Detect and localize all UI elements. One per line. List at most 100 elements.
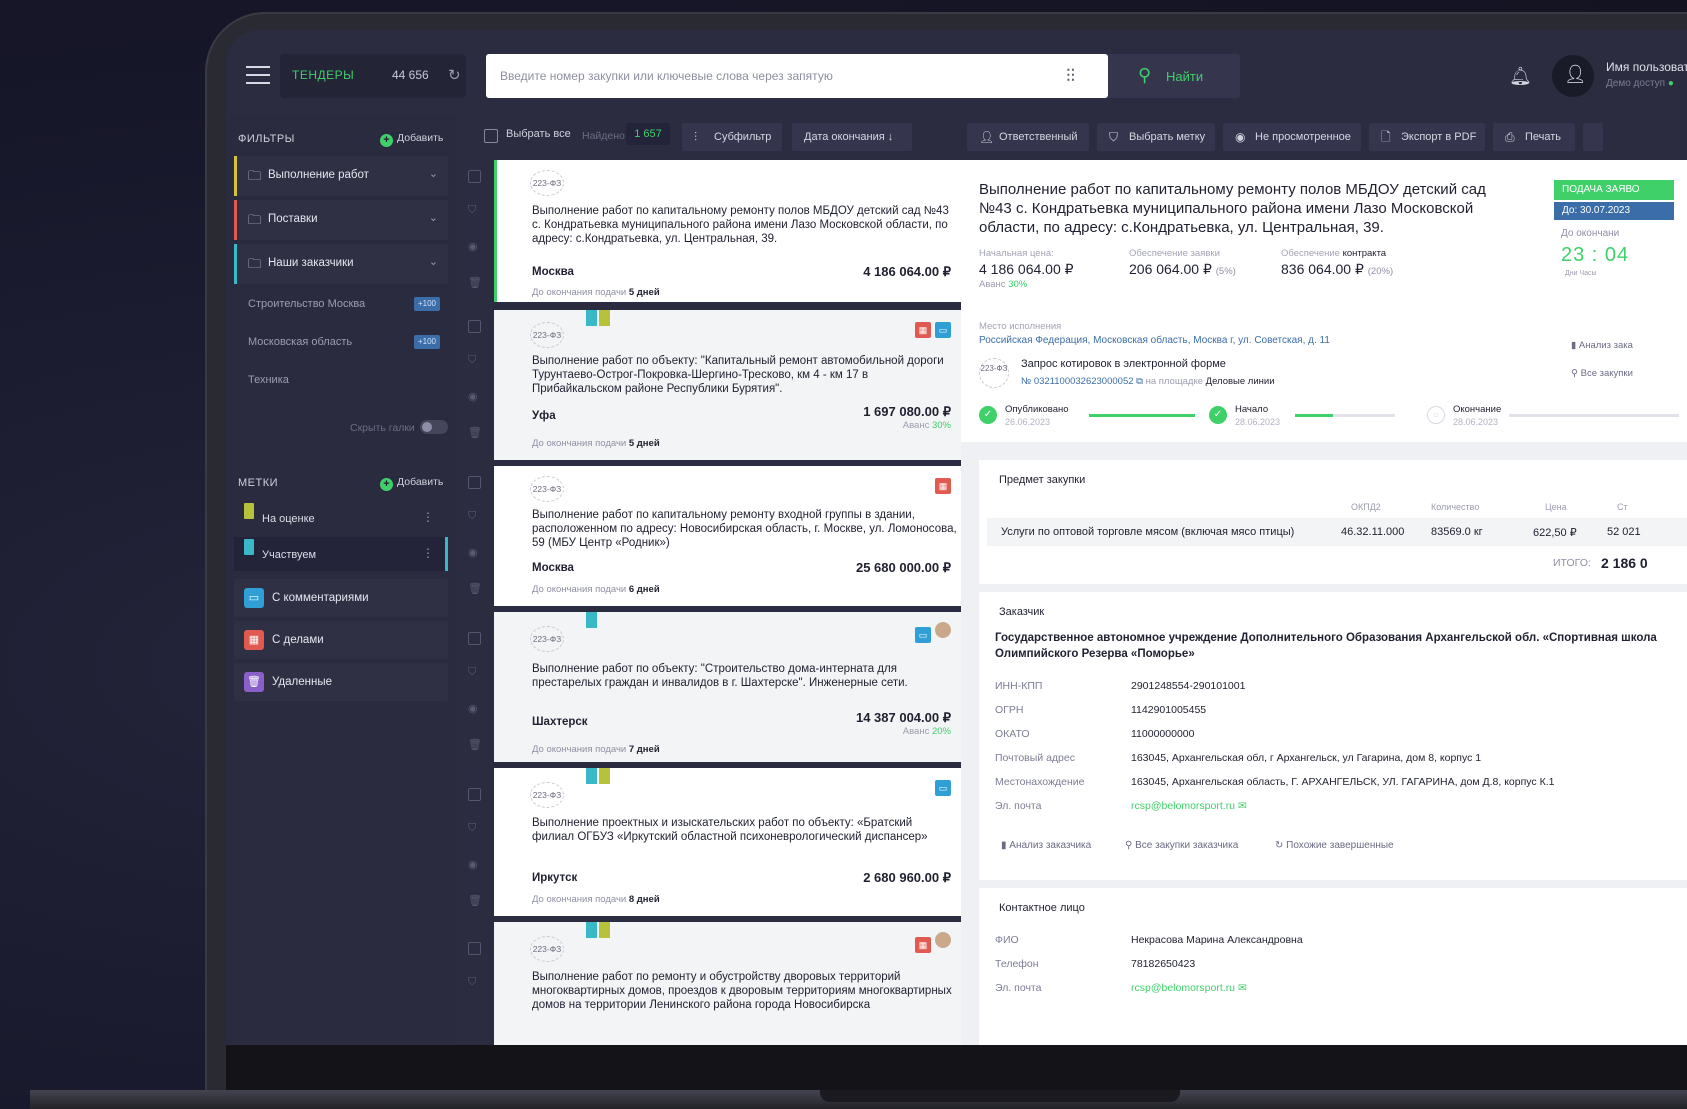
row-checkbox[interactable] [468, 476, 481, 489]
eye-icon[interactable]: ◉ [468, 702, 478, 715]
sub-item-label: Московская область [248, 336, 353, 348]
subfilter-button[interactable]: ⫶ Субфильтр [682, 123, 782, 151]
trash-icon[interactable]: 🗑︎ [468, 582, 482, 595]
hide-tags-toggle[interactable] [420, 420, 448, 434]
avatar[interactable]: 👤︎ [1552, 55, 1594, 97]
shield-icon[interactable]: ⛉ [468, 822, 476, 835]
eye-icon[interactable]: ◉ [468, 390, 478, 403]
more-icon[interactable]: ⋮ [422, 510, 434, 524]
table-header: Количество [1431, 502, 1480, 512]
all-customer-purchases-link[interactable]: ⚲ Все закупки заказчика [1125, 840, 1238, 851]
comment-icon[interactable]: ▭ [935, 780, 951, 796]
email-link[interactable]: rcsp@belomorsport.ru ✉ [1131, 800, 1247, 812]
sub-item-moscow-region[interactable]: Московская область +100 [234, 325, 448, 361]
shield-icon[interactable]: ⛉ [468, 510, 476, 523]
search-input[interactable] [500, 54, 1040, 98]
eye-icon[interactable]: ◉ [468, 240, 478, 253]
tender-title[interactable]: Выполнение работ по капитальному ремонту… [532, 508, 957, 550]
bid-security-value: 206 064.00 ₽ [1129, 261, 1212, 277]
active-indicator [445, 537, 448, 571]
filters-title: ФИЛЬТРЫ [238, 133, 295, 145]
search-settings-icon[interactable]: ⫶⫶ [1066, 66, 1075, 87]
tag-flag-icon [586, 922, 597, 938]
not-viewed-button[interactable]: ◉ Не просмотренное [1223, 123, 1361, 151]
advance-label: Аванс [979, 279, 1006, 290]
tender-title[interactable]: Выполнение работ по объекту: "Капитальны… [532, 354, 957, 396]
bell-icon[interactable]: 🔔︎ [1509, 66, 1532, 87]
tender-card[interactable]: ▦ 223-ФЗ Выполнение работ по ремонту и о… [494, 922, 961, 1045]
email-link[interactable]: rcsp@belomorsport.ru ✉ [1131, 982, 1247, 994]
responsible-button[interactable]: 👤︎ Ответственный [967, 123, 1089, 151]
customer-analysis-link[interactable]: ▮ Анализ зака [1571, 340, 1633, 351]
tender-title[interactable]: Выполнение работ по ремонту и обустройст… [532, 970, 957, 1012]
eye-icon[interactable]: ◉ [468, 858, 478, 871]
comment-icon[interactable]: ▭ [935, 322, 951, 338]
shield-icon[interactable]: ⛉ [468, 666, 476, 679]
tender-deadline: До окончания подачи 7 дней [532, 744, 660, 755]
trash-icon[interactable]: 🗑︎ [468, 894, 482, 907]
folder-item-works[interactable]: 🗀 Выполнение работ ⌄ [234, 156, 448, 196]
select-all-checkbox[interactable] [484, 129, 498, 143]
folder-item-supplies[interactable]: 🗀 Поставки ⌄ [234, 200, 448, 240]
special-item-tasks[interactable]: ▦ С делами [234, 621, 448, 659]
responsible-avatar[interactable] [935, 622, 951, 638]
sub-item-construction-moscow[interactable]: Строительство Москва +100 [234, 287, 448, 323]
tender-card[interactable]: ▭ 223-ФЗ Выполнение проектных и изыскате… [494, 768, 961, 916]
special-item-deleted[interactable]: 🗑︎ Удаленные [234, 663, 448, 701]
comment-icon[interactable]: ▭ [915, 627, 931, 643]
similar-completed-link[interactable]: ↻ Похожие завершенные [1275, 840, 1394, 851]
start-price-label: Начальная цена: [979, 248, 1054, 259]
place-value[interactable]: Российская Федерация, Московская область… [979, 335, 1330, 346]
row-checkbox[interactable] [468, 788, 481, 801]
row-checkbox[interactable] [468, 942, 481, 955]
sort-button[interactable]: Дата окончания ↓ [792, 123, 912, 151]
chevron-down-icon[interactable]: ⌄ [429, 255, 438, 268]
trash-icon[interactable]: 🗑︎ [468, 738, 482, 751]
sub-item-machinery[interactable]: Техника [234, 363, 448, 399]
more-icon[interactable]: ⋮ [422, 546, 434, 560]
tender-title[interactable]: Выполнение работ по объекту: "Строительс… [532, 662, 957, 690]
eye-icon[interactable]: ◉ [468, 546, 478, 559]
shield-icon[interactable]: ⛉ [468, 976, 476, 989]
calendar-icon[interactable]: ▦ [935, 478, 951, 494]
find-button[interactable]: ⚲ Найти [1108, 54, 1240, 98]
more-actions-button[interactable] [1583, 123, 1603, 151]
chevron-down-icon[interactable]: ⌄ [429, 167, 438, 180]
chevron-down-icon[interactable]: ⌄ [429, 211, 438, 224]
folder-item-customers[interactable]: 🗀 Наши заказчики ⌄ [234, 244, 448, 284]
responsible-avatar[interactable] [935, 932, 951, 948]
calendar-icon[interactable]: ▦ [915, 322, 931, 338]
customer-analysis-link[interactable]: ▮ Анализ заказчика [1001, 840, 1091, 851]
refresh-icon[interactable]: ↻ [448, 66, 461, 84]
trash-icon[interactable]: 🗑︎ [468, 426, 482, 439]
shield-icon[interactable]: ⛉ [468, 204, 476, 217]
procedure-number[interactable]: № 0321100032623000052 ⧉ на площадке Дело… [1021, 376, 1275, 387]
tender-card[interactable]: ▦ 223-ФЗ Выполнение работ по капитальном… [494, 466, 961, 606]
tender-city: Москва [532, 266, 574, 278]
all-purchases-link[interactable]: ⚲ Все закупки [1571, 368, 1633, 379]
tag-item-participating[interactable]: Участвуем ⋮ [234, 537, 448, 571]
print-button[interactable]: ⎙ Печать [1493, 123, 1575, 151]
tender-card[interactable]: ▦ ▭ 223-ФЗ Выполнение работ по объекту: "… [494, 310, 961, 460]
row-checkbox[interactable] [468, 632, 481, 645]
hamburger-menu-icon[interactable] [246, 66, 270, 88]
row-checkbox[interactable] [468, 320, 481, 333]
select-all-label[interactable]: Выбрать все [506, 128, 571, 140]
export-pdf-button[interactable]: 🗋 Экспорт в PDF [1369, 123, 1485, 151]
choose-tag-button[interactable]: ⛉ Выбрать метку [1097, 123, 1215, 151]
tender-card[interactable]: ▭ 223-ФЗ Выполнение работ по объекту: "С… [494, 612, 961, 762]
row-checkbox[interactable] [468, 170, 481, 183]
field-value: 2901248554-290101001 [1131, 680, 1246, 692]
trash-icon[interactable]: 🗑︎ [468, 276, 482, 289]
special-item-comments[interactable]: ▭ С комментариями [234, 579, 448, 617]
calendar-icon[interactable]: ▦ [915, 937, 931, 953]
advance-prefix: Аванс [902, 726, 930, 737]
tender-card[interactable]: 223-ФЗ Выполнение работ по капитальному … [494, 160, 961, 302]
tag-item-evaluating[interactable]: На оценке ⋮ [234, 501, 448, 535]
add-tag-button[interactable]: + Добавить [380, 476, 443, 491]
tenders-counter[interactable]: ТЕНДЕРЫ 44 656 ↻ [280, 54, 466, 98]
tender-title[interactable]: Выполнение работ по капитальному ремонту… [532, 204, 957, 246]
shield-icon[interactable]: ⛉ [468, 354, 476, 367]
add-filter-button[interactable]: + Добавить [380, 132, 443, 147]
tender-title[interactable]: Выполнение проектных и изыскательских ра… [532, 816, 957, 844]
